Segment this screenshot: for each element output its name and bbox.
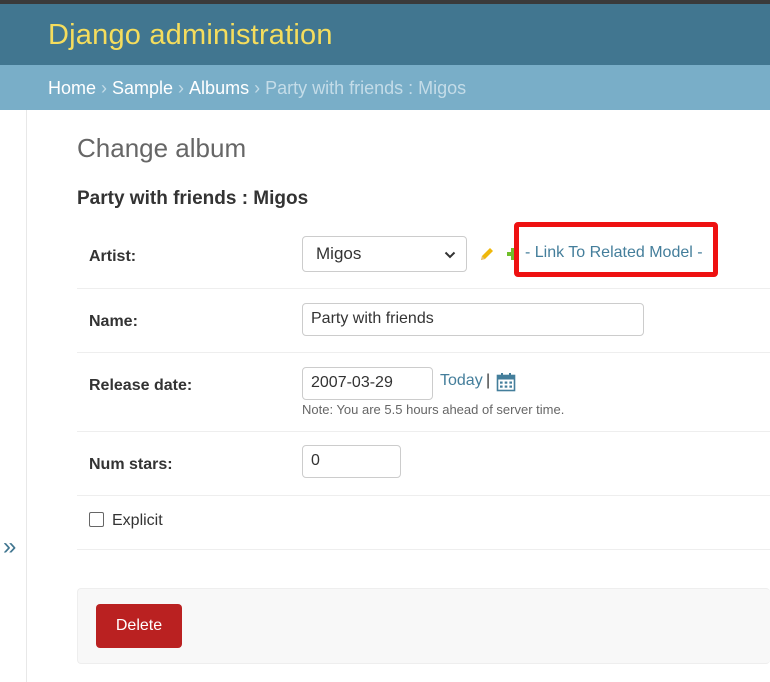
breadcrumb-home[interactable]: Home xyxy=(48,78,96,98)
name-label: Name: xyxy=(89,313,138,330)
page-title: Change album xyxy=(77,133,247,163)
link-to-related-model[interactable]: - Link To Related Model - xyxy=(525,244,703,262)
breadcrumb-sample[interactable]: Sample xyxy=(112,78,173,98)
timezone-help-text: Note: You are 5.5 hours ahead of server … xyxy=(302,402,565,417)
chevron-down-icon xyxy=(444,251,456,259)
breadcrumb-separator: › xyxy=(254,78,261,98)
name-field[interactable]: Party with friends xyxy=(302,303,644,336)
artist-select[interactable]: Migos xyxy=(302,236,467,272)
delete-button[interactable]: Delete xyxy=(96,604,182,648)
nav-sidebar-rail: » xyxy=(0,110,27,682)
site-title[interactable]: Django administration xyxy=(48,19,333,52)
form-row-explicit xyxy=(77,496,770,550)
form-row-num-stars: Num stars: xyxy=(77,432,770,496)
breadcrumb-separator: › xyxy=(178,78,185,98)
explicit-checkbox[interactable] xyxy=(89,512,104,527)
num-stars-field[interactable]: 0 xyxy=(302,445,401,478)
breadcrumb-albums[interactable]: Albums xyxy=(189,78,249,98)
today-link[interactable]: Today xyxy=(440,372,483,390)
breadcrumb-separator: › xyxy=(101,78,108,98)
double-chevron-right-icon[interactable]: » xyxy=(3,535,16,559)
release-date-field[interactable]: 2007-03-29 xyxy=(302,367,433,400)
explicit-label[interactable]: Explicit xyxy=(112,512,163,530)
site-header: Django administration xyxy=(0,4,770,65)
artist-selected-value: Migos xyxy=(316,244,362,263)
calendar-icon[interactable] xyxy=(496,372,516,392)
pencil-icon[interactable] xyxy=(479,246,495,262)
release-date-label: Release date: xyxy=(89,377,193,394)
breadcrumb: Home › Sample › Albums › Party with friends : … xyxy=(0,65,770,110)
num-stars-label: Num stars: xyxy=(89,456,173,473)
artist-label: Artist: xyxy=(89,248,137,265)
breadcrumb-current: Party with friends : Migos xyxy=(265,78,467,98)
object-title: Party with friends : Migos xyxy=(77,188,309,209)
today-separator: | xyxy=(486,372,491,389)
